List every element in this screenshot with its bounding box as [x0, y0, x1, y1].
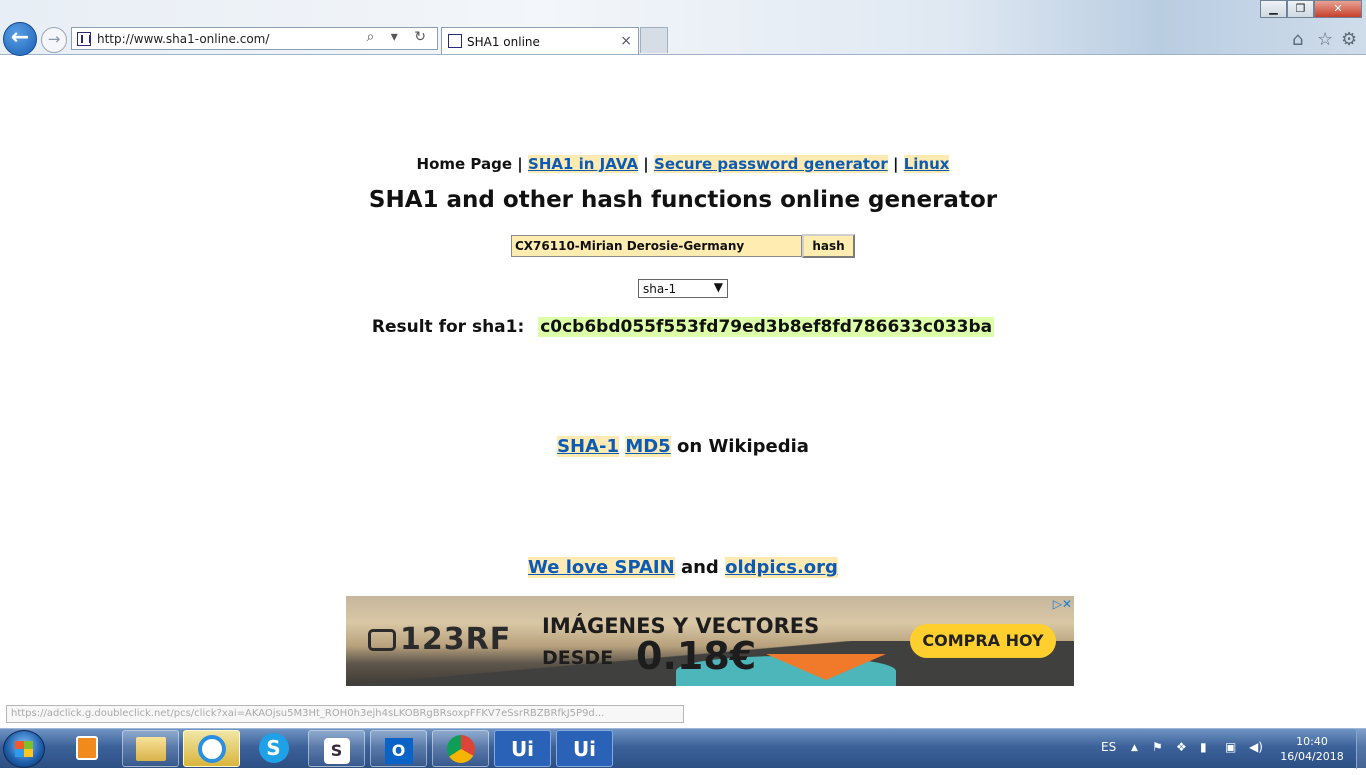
internet-explorer-icon[interactable]: [183, 730, 240, 767]
address-tools-icons[interactable]: ⌕ ▾ ↻: [367, 29, 433, 45]
result-hash-value: c0cb6bd055f553fd79ed3b8ef8fd786633c033ba: [538, 317, 995, 337]
wikipedia-links: SHA-1 MD5 on Wikipedia: [0, 436, 1366, 457]
wiki-suffix: on Wikipedia: [677, 436, 809, 457]
result-line: Result for sha1: c0cb6bd055f553fd79ed3b8…: [0, 317, 1366, 337]
ad-logo: 123RF: [368, 622, 511, 657]
chevron-down-icon: ▼: [713, 280, 723, 294]
browser-chrome: ← → http://www.sha1-online.com/ ⌕ ▾ ↻ SH…: [0, 0, 1366, 56]
status-bar-url: https://adclick.g.doubleclick.net/pcs/cl…: [6, 705, 684, 723]
wiki-link-sha1[interactable]: SHA-1: [557, 436, 620, 457]
page-title: SHA1 and other hash functions online gen…: [368, 187, 998, 213]
top-navigation: Home Page | SHA1 in JAVA | Secure passwo…: [416, 155, 950, 173]
tab-title: SHA1 online: [467, 35, 540, 49]
uipath-icon-2[interactable]: Ui: [556, 730, 613, 767]
forward-button[interactable]: →: [41, 27, 67, 53]
clock-date: 16/04/2018: [1280, 750, 1344, 763]
windows-logo-icon: [15, 741, 33, 757]
hash-button[interactable]: hash: [802, 234, 855, 258]
tab-favicon-icon: [448, 34, 462, 48]
home-icon[interactable]: ⌂: [1292, 29, 1303, 50]
ad-desde-label: DESDE: [542, 647, 614, 669]
forward-arrow-icon: →: [47, 30, 61, 48]
system-clock[interactable]: 10:40 16/04/2018: [1280, 734, 1344, 764]
footer-links: We love SPAIN and oldpics.org: [528, 557, 838, 578]
advertisement-banner[interactable]: 123RF IMÁGENES Y VECTORES DESDE 0.18€ CO…: [346, 596, 1074, 686]
volume-icon[interactable]: ◀): [1249, 740, 1263, 754]
action-center-flag-icon[interactable]: ⚑: [1152, 740, 1163, 754]
settings-gear-icon[interactable]: ⚙: [1341, 29, 1357, 50]
back-arrow-icon: ←: [10, 25, 30, 50]
ad-cta-button[interactable]: COMPRA HOY: [910, 624, 1056, 658]
back-button[interactable]: ←: [3, 22, 37, 56]
ad-paper-boat-image: [766, 654, 886, 680]
hash-text-input[interactable]: [511, 235, 802, 257]
language-indicator[interactable]: ES: [1101, 740, 1116, 754]
camera-icon: [368, 629, 396, 651]
nav-link-password-generator[interactable]: Secure password generator: [654, 155, 888, 173]
show-desktop-button[interactable]: [1356, 729, 1366, 769]
wiki-link-md5[interactable]: MD5: [625, 436, 671, 457]
nav-link-sha1-java[interactable]: SHA1 in JAVA: [528, 155, 639, 173]
outlook-icon[interactable]: O: [370, 730, 427, 767]
minimize-button[interactable]: ▁: [1260, 0, 1287, 18]
close-window-button[interactable]: ✕: [1314, 0, 1362, 18]
result-label: Result for sha1:: [371, 317, 525, 337]
network-icon[interactable]: ▣: [1225, 740, 1236, 754]
media-player-icon[interactable]: [58, 730, 115, 767]
clock-time: 10:40: [1296, 735, 1328, 748]
site-favicon-icon: [77, 32, 91, 46]
page-content: Home Page | SHA1 in JAVA | Secure passwo…: [0, 56, 1366, 728]
dropbox-icon[interactable]: ❖: [1176, 740, 1187, 754]
oldpics-link[interactable]: oldpics.org: [725, 557, 838, 578]
file-explorer-icon[interactable]: [122, 730, 179, 767]
uipath-icon-1[interactable]: Ui: [494, 730, 551, 767]
windows-taskbar: S S O Ui Ui ES ▲ ⚑ ❖ ▮ ▣ ◀) 10:40 16/04/…: [0, 728, 1366, 769]
favorites-star-icon[interactable]: ☆: [1317, 29, 1333, 50]
algorithm-selected-value: sha-1: [643, 282, 677, 296]
address-bar[interactable]: http://www.sha1-online.com/ ⌕ ▾ ↻: [71, 27, 438, 50]
tray-expand-icon[interactable]: ▲: [1131, 743, 1138, 753]
nav-home-label: Home Page: [416, 155, 513, 173]
we-love-spain-link[interactable]: We love SPAIN: [528, 557, 675, 578]
restore-button[interactable]: ❐: [1287, 0, 1314, 18]
address-url[interactable]: http://www.sha1-online.com/: [97, 32, 269, 46]
ad-price: 0.18€: [636, 634, 757, 678]
adchoices-icon[interactable]: ▷✕: [1053, 597, 1072, 611]
tab-sha1-online[interactable]: SHA1 online ×: [441, 27, 639, 54]
slack-icon[interactable]: S: [308, 730, 365, 767]
nav-link-linux[interactable]: Linux: [903, 155, 950, 173]
device-icon[interactable]: ▮: [1200, 740, 1207, 754]
new-tab-button[interactable]: [640, 27, 668, 53]
tab-close-icon[interactable]: ×: [620, 33, 632, 49]
skype-icon[interactable]: S: [245, 730, 302, 767]
chrome-icon[interactable]: [432, 730, 489, 767]
algorithm-select[interactable]: sha-1 ▼: [638, 279, 728, 298]
start-button[interactable]: [3, 730, 45, 768]
